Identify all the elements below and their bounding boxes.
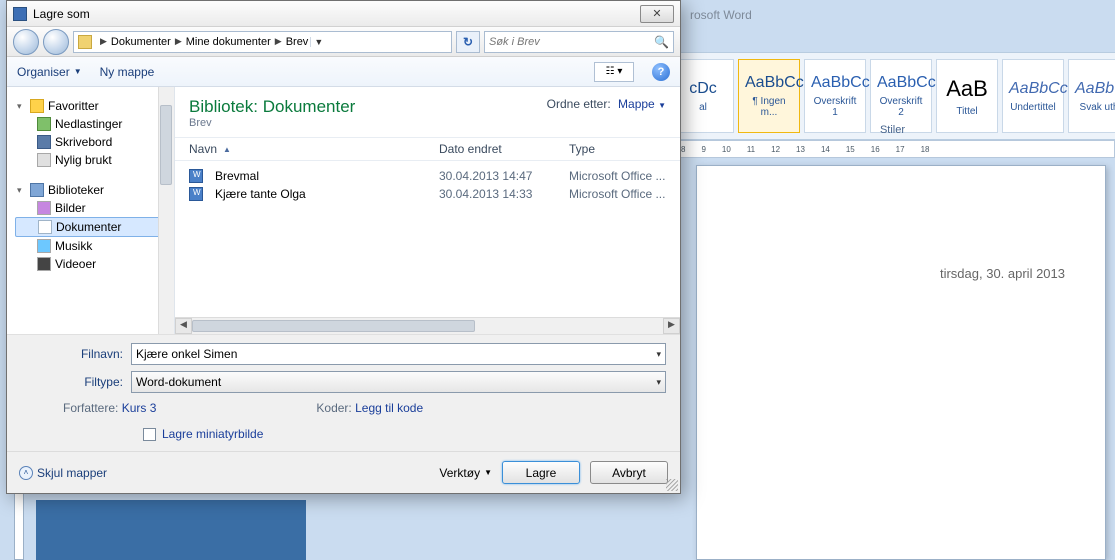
help-icon[interactable]: ? <box>652 63 670 81</box>
authors-field[interactable]: Kurs 3 <box>122 401 157 415</box>
background-area <box>36 500 306 560</box>
sidebar-item-libraries[interactable]: ▾Biblioteker <box>15 181 172 199</box>
style-title[interactable]: AaBTittel <box>936 59 998 133</box>
star-icon <box>30 99 44 113</box>
back-button[interactable] <box>13 29 39 55</box>
file-browser: Ordne etter: Mappe ▼ Bibliotek: Dokument… <box>175 87 680 334</box>
app-title: rosoft Word <box>690 8 752 22</box>
documents-icon <box>38 220 52 234</box>
sidebar-item-desktop[interactable]: Skrivebord <box>15 133 172 151</box>
download-icon <box>37 117 51 131</box>
style-normal[interactable]: cDcal <box>672 59 734 133</box>
resize-grip[interactable] <box>666 479 678 491</box>
style-emphasis[interactable]: AaBbCSvak uth <box>1068 59 1115 133</box>
dialog-footer: ˄ Skjul mapper Verktøy ▼ Lagre Avbryt <box>7 451 680 493</box>
toolbar: Organiser ▼ Ny mappe ☷ ▾ ? <box>7 57 680 87</box>
recent-icon <box>37 153 51 167</box>
filename-label: Filnavn: <box>21 347 131 361</box>
sidebar: ▾Favoritter Nedlastinger Skrivebord Nyli… <box>7 87 175 334</box>
document-date-text: tirsdag, 30. april 2013 <box>940 266 1065 281</box>
breadcrumb-part[interactable]: Mine dokumenter <box>186 36 271 48</box>
library-icon <box>30 183 44 197</box>
style-subtitle[interactable]: AaBbCc.Undertittel <box>1002 59 1064 133</box>
sidebar-item-downloads[interactable]: Nedlastinger <box>15 115 172 133</box>
filetype-select[interactable]: Word-dokument ▾ <box>131 371 666 393</box>
form-area: Filnavn: Kjære onkel Simen ▾ Filtype: Wo… <box>7 334 680 451</box>
document-page[interactable]: tirsdag, 30. april 2013 <box>696 165 1106 560</box>
style-heading1[interactable]: AaBbCcOverskrift 1 <box>804 59 866 133</box>
titlebar[interactable]: Lagre som ✕ <box>7 1 680 27</box>
close-button[interactable]: ✕ <box>640 5 674 23</box>
search-input[interactable] <box>489 36 654 48</box>
styles-group-label: Stiler <box>670 124 1115 136</box>
chevron-down-icon[interactable]: ▾ <box>656 349 661 360</box>
sidebar-item-favorites[interactable]: ▾Favoritter <box>15 97 172 115</box>
column-headers[interactable]: Navn ▲ Dato endret Type <box>175 137 680 161</box>
chevron-right-icon[interactable]: ▶ <box>100 36 107 47</box>
music-icon <box>37 239 51 253</box>
video-icon <box>37 257 51 271</box>
sidebar-item-documents[interactable]: Dokumenter <box>15 217 172 237</box>
chevron-down-icon: ▼ <box>74 67 82 76</box>
word-icon <box>13 7 27 21</box>
tools-button[interactable]: Verktøy ▼ <box>439 466 492 480</box>
sidebar-item-recent[interactable]: Nylig brukt <box>15 151 172 169</box>
organize-button[interactable]: Organiser ▼ <box>17 65 82 79</box>
word-document-icon <box>189 187 203 201</box>
chevron-down-icon: ▼ <box>658 101 666 110</box>
refresh-button[interactable]: ↻ <box>456 31 480 53</box>
sidebar-scrollbar[interactable] <box>158 87 174 334</box>
filetype-label: Filtype: <box>21 375 131 389</box>
file-row[interactable]: Brevmal 30.04.2013 14:47 Microsoft Offic… <box>189 167 666 185</box>
breadcrumb-part[interactable]: Dokumenter <box>111 36 171 48</box>
sort-asc-icon: ▲ <box>223 145 231 154</box>
sidebar-item-videos[interactable]: Videoer <box>15 255 172 273</box>
style-heading2[interactable]: AaBbCcOverskrift 2 <box>870 59 932 133</box>
search-icon[interactable]: 🔍 <box>654 35 669 49</box>
chevron-down-icon[interactable]: ▾ <box>656 377 661 388</box>
file-row[interactable]: Kjære tante Olga 30.04.2013 14:33 Micros… <box>189 185 666 203</box>
ruler[interactable]: 89101112131415161718 <box>676 140 1115 158</box>
cancel-button[interactable]: Avbryt <box>590 461 668 484</box>
dialog-title: Lagre som <box>33 7 640 21</box>
save-as-dialog: Lagre som ✕ ▶ Dokumenter ▶ Mine dokument… <box>6 0 681 494</box>
chevron-right-icon[interactable]: ▶ <box>175 36 182 47</box>
folder-icon <box>78 35 92 49</box>
chevron-down-icon[interactable]: ▼ <box>310 37 326 47</box>
library-subtitle: Brev <box>189 117 666 129</box>
horizontal-scrollbar[interactable]: ◀ ▶ <box>175 317 680 334</box>
scrollbar-thumb[interactable] <box>160 105 172 185</box>
pictures-icon <box>37 201 51 215</box>
view-mode-button[interactable]: ☷ ▾ <box>594 62 634 82</box>
style-nospace[interactable]: AaBbCcDc¶ Ingen m... <box>738 59 800 133</box>
chevron-right-icon[interactable]: ▶ <box>275 36 282 47</box>
search-box[interactable]: 🔍 <box>484 31 674 53</box>
forward-button[interactable] <box>43 29 69 55</box>
breadcrumb-part[interactable]: Brev <box>286 36 309 48</box>
chevron-down-icon: ▼ <box>484 468 492 477</box>
navigation-bar: ▶ Dokumenter ▶ Mine dokumenter ▶ Brev ▼ … <box>7 27 680 57</box>
sort-control[interactable]: Ordne etter: Mappe ▼ <box>547 97 666 111</box>
desktop-icon <box>37 135 51 149</box>
word-document-icon <box>189 169 203 183</box>
sidebar-item-music[interactable]: Musikk <box>15 237 172 255</box>
sidebar-item-pictures[interactable]: Bilder <box>15 199 172 217</box>
scroll-left-icon[interactable]: ◀ <box>175 318 192 334</box>
filename-input[interactable]: Kjære onkel Simen ▾ <box>131 343 666 365</box>
tags-field[interactable]: Legg til kode <box>355 401 423 415</box>
scrollbar-thumb[interactable] <box>192 320 475 332</box>
thumbnail-label[interactable]: Lagre miniatyrbilde <box>162 427 263 441</box>
scroll-right-icon[interactable]: ▶ <box>663 318 680 334</box>
hide-folders-button[interactable]: ˄ Skjul mapper <box>19 466 107 480</box>
save-button[interactable]: Lagre <box>502 461 580 484</box>
thumbnail-checkbox[interactable] <box>143 428 156 441</box>
chevron-up-icon: ˄ <box>19 466 33 480</box>
breadcrumb[interactable]: ▶ Dokumenter ▶ Mine dokumenter ▶ Brev ▼ <box>73 31 452 53</box>
new-folder-button[interactable]: Ny mappe <box>100 65 155 79</box>
